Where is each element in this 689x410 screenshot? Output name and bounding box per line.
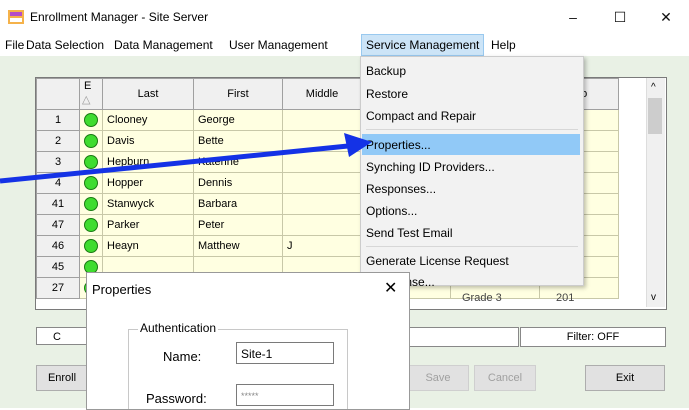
dialog-close-icon[interactable]: ✕ bbox=[384, 278, 397, 298]
name-input[interactable]: Site-1 bbox=[236, 342, 334, 364]
name-label: Name: bbox=[163, 349, 202, 364]
password-label: Password: bbox=[146, 391, 207, 406]
dialog-title: Properties bbox=[92, 282, 152, 297]
password-input[interactable]: ***** bbox=[236, 384, 334, 406]
authentication-legend: Authentication bbox=[138, 321, 219, 335]
